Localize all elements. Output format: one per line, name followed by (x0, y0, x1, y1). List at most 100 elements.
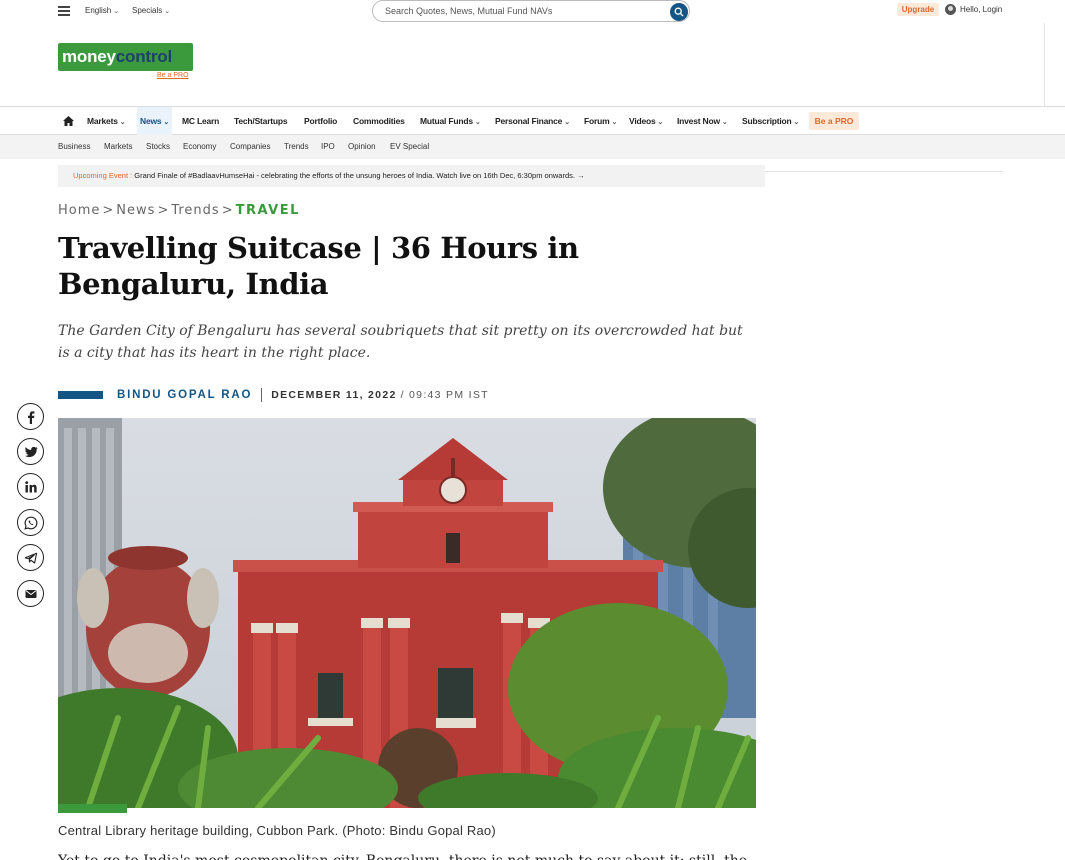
nav-item-markets[interactable]: Markets ⌄ (87, 107, 126, 135)
chevron-down-icon: ⌄ (793, 119, 800, 126)
specials-label: Specials (132, 6, 163, 15)
logo-text-money: money (62, 47, 116, 66)
home-icon[interactable] (63, 116, 74, 126)
user-icon (945, 4, 956, 15)
image-caption: Central Library heritage building, Cubbo… (58, 823, 496, 838)
facebook-icon (27, 410, 34, 424)
divider (1044, 23, 1045, 106)
nav-item-subscription[interactable]: Subscription ⌄ (742, 107, 799, 135)
share-telegram-button[interactable] (17, 544, 44, 571)
share-twitter-button[interactable] (17, 438, 44, 465)
breadcrumb-separator: > (102, 203, 115, 218)
publish-date: DECEMBER 11, 2022 (271, 389, 397, 401)
menu-icon[interactable] (58, 6, 70, 16)
share-facebook-button[interactable] (17, 403, 44, 430)
upgrade-button[interactable]: Upgrade (897, 3, 939, 16)
subnav-item-economy[interactable]: Economy (183, 142, 216, 151)
specials-menu[interactable]: Specials ⌄ (132, 6, 170, 15)
linkedin-icon (24, 480, 37, 492)
nav-label: Videos (629, 116, 656, 126)
nav-item-portfolio[interactable]: Portfolio (304, 107, 337, 135)
subnav-item-markets[interactable]: Markets (104, 142, 132, 151)
publish-time: / 09:43 PM IST (400, 389, 489, 401)
login-link[interactable]: Hello, Login (945, 4, 1002, 15)
breadcrumb-separator: > (221, 203, 234, 218)
subnav-item-ev-special[interactable]: EV Special (390, 142, 429, 151)
breadcrumb-separator: > (157, 203, 170, 218)
nav-item-mc-learn[interactable]: MC Learn (182, 107, 219, 135)
arrow-right-icon: → (577, 171, 585, 180)
telegram-icon (24, 552, 37, 564)
email-icon (25, 589, 36, 598)
central-library-photo (58, 418, 756, 808)
nav-item-commodities[interactable]: Commodities (353, 107, 405, 135)
search-button[interactable] (670, 3, 688, 21)
author-link[interactable]: BINDU GOPAL RAO (117, 389, 252, 401)
chevron-down-icon: ⌄ (163, 119, 170, 126)
image-accent-bar (58, 804, 127, 813)
article-title: Travelling Suitcase | 36 Hours in Bengal… (58, 231, 579, 301)
breadcrumb-news[interactable]: News (116, 203, 155, 218)
share-whatsapp-button[interactable] (17, 509, 44, 536)
event-text: Grand Finale of #BadlaavHumseHai - celeb… (134, 171, 575, 180)
breadcrumb-trends[interactable]: Trends (171, 203, 219, 218)
main-nav: Markets ⌄ News ⌄ MC Learn Tech/Startups Po… (0, 106, 1065, 135)
article-hero-image[interactable] (58, 418, 756, 808)
language-selector[interactable]: English ⌄ (85, 6, 119, 15)
subnav-item-business[interactable]: Business (58, 142, 90, 151)
subnav-item-stocks[interactable]: Stocks (146, 142, 170, 151)
search-icon (674, 7, 684, 17)
nav-label: Markets (87, 116, 118, 126)
subnav-item-trends[interactable]: Trends (284, 142, 309, 151)
divider (261, 388, 263, 402)
sub-nav: Business Markets Stocks Economy Companie… (0, 135, 1065, 159)
chevron-down-icon: ⌄ (657, 119, 664, 126)
twitter-icon (24, 446, 38, 457)
be-a-pro-link[interactable]: Be a PRO (157, 72, 189, 79)
nav-item-invest-now[interactable]: Invest Now ⌄ (677, 107, 728, 135)
breadcrumb: Home > News > Trends > TRAVEL (58, 203, 300, 218)
chevron-down-icon: ⌄ (164, 8, 171, 15)
be-a-pro-button[interactable]: Be a PRO (809, 112, 859, 130)
language-label: English (85, 6, 112, 15)
nav-label: Personal Finance (495, 116, 563, 126)
share-linkedin-button[interactable] (17, 473, 44, 500)
article-subtitle: The Garden City of Bengaluru has several… (58, 323, 743, 361)
nav-label: Invest Now (677, 116, 720, 126)
chevron-down-icon: ⌄ (721, 119, 728, 126)
event-banner[interactable]: Upcoming Event : Grand Finale of #Badlaa… (58, 165, 765, 187)
login-label: Hello, Login (960, 5, 1003, 14)
top-bar: English⌄ Specials⌄ Upgrade Hello, Login (0, 0, 1065, 23)
logo-text-control: control (115, 47, 173, 66)
chevron-down-icon: ⌄ (611, 119, 618, 126)
subnav-item-ipo[interactable]: IPO (321, 142, 335, 151)
whatsapp-icon (23, 516, 37, 530)
byline-bar (58, 391, 103, 399)
nav-item-news[interactable]: News ⌄ (137, 107, 173, 135)
nav-item-tech-startups[interactable]: Tech/Startups (234, 107, 288, 135)
search-input[interactable] (385, 6, 655, 16)
search-box (372, 0, 690, 22)
nav-label: Subscription (742, 116, 792, 126)
article-body: Yet to go to India's most cosmopolitan c… (58, 853, 756, 860)
subnav-item-opinion[interactable]: Opinion (348, 142, 376, 151)
subnav-item-companies[interactable]: Companies (230, 142, 270, 151)
chevron-down-icon: ⌄ (564, 119, 570, 126)
chevron-down-icon: ⌄ (474, 119, 481, 126)
nav-item-videos[interactable]: Videos ⌄ (629, 107, 663, 135)
nav-label: News (140, 116, 162, 126)
nav-label: Forum (584, 116, 610, 126)
nav-item-mutual-funds[interactable]: Mutual Funds ⌄ (420, 107, 481, 135)
moneycontrol-logo[interactable]: moneycontrol (58, 43, 193, 71)
nav-item-personal-finance[interactable]: Personal Finance ⌄ (495, 107, 570, 135)
event-label: Upcoming Event : (73, 171, 133, 180)
share-email-button[interactable] (17, 580, 44, 607)
nav-label: Mutual Funds (420, 116, 473, 126)
byline: BINDU GOPAL RAO DECEMBER 11, 2022 / 09:4… (58, 387, 489, 403)
breadcrumb-current[interactable]: TRAVEL (236, 203, 300, 218)
divider (765, 171, 1003, 172)
chevron-down-icon: ⌄ (119, 119, 126, 126)
breadcrumb-home[interactable]: Home (58, 203, 100, 218)
nav-item-forum[interactable]: Forum ⌄ (584, 107, 617, 135)
chevron-down-icon: ⌄ (113, 8, 120, 15)
